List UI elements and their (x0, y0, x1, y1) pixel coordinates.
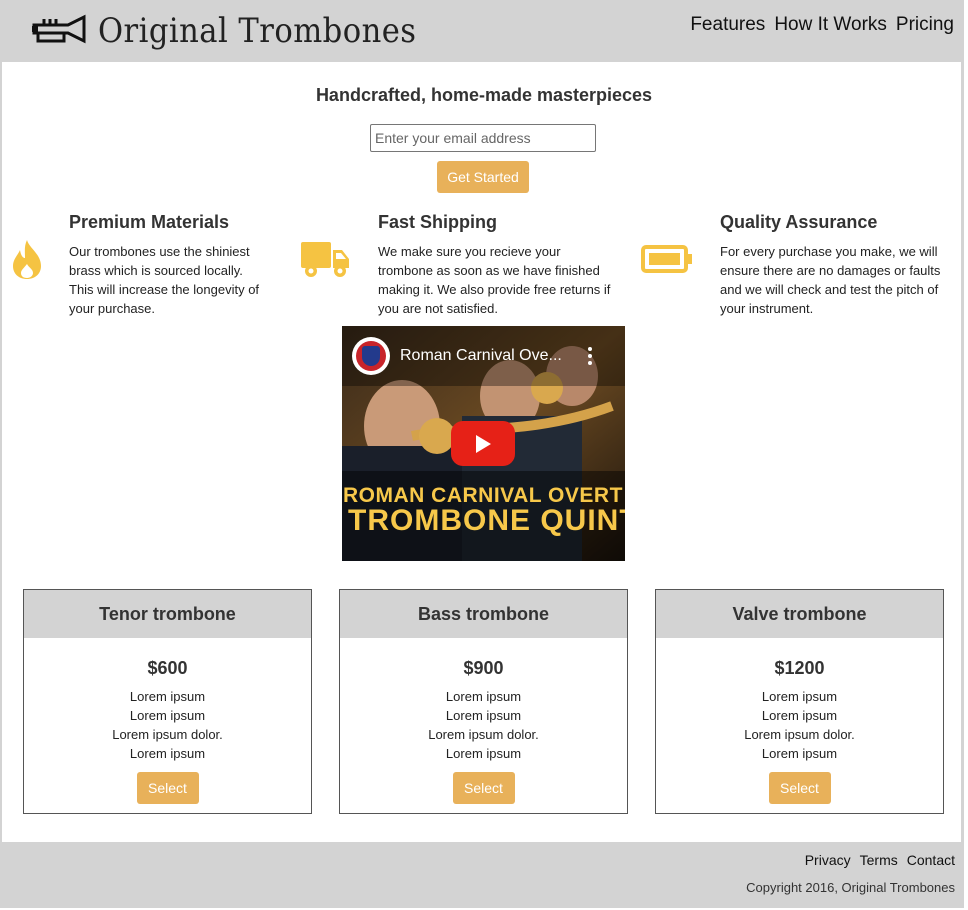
nav-features[interactable]: Features (690, 14, 765, 36)
nav-pricing[interactable]: Pricing (896, 14, 954, 36)
main-nav: Features How It Works Pricing (690, 14, 954, 36)
feature-line: trombone as soon as we have finished (378, 263, 600, 278)
brand-name: Original Trombones (98, 11, 417, 51)
nav-how-it-works[interactable]: How It Works (774, 14, 887, 36)
fire-icon (13, 240, 41, 279)
select-button-tenor[interactable]: Select (136, 772, 199, 804)
list-item: Lorem ipsum dolor. (112, 727, 223, 742)
card-feature-list: Lorem ipsum Lorem ipsum Lorem ipsum dolo… (656, 687, 943, 763)
feature-title-shipping: Fast Shipping (378, 212, 497, 232)
feature-line: ensure there are no damages or faults (720, 263, 941, 278)
feature-line: your purchase. (69, 301, 155, 316)
feature-text-quality: For every purchase you make, we will ens… (720, 242, 960, 318)
feature-line: Our trombones use the shiniest (69, 244, 250, 259)
feature-title-quality: Quality Assurance (720, 212, 878, 232)
list-item: Lorem ipsum (761, 689, 838, 704)
truck-icon (301, 242, 349, 277)
list-item: Lorem ipsum (129, 746, 206, 761)
card-price: $900 (463, 658, 504, 678)
list-item: Lorem ipsum (761, 746, 838, 761)
footer-link-privacy[interactable]: Privacy (805, 852, 851, 868)
more-options-icon[interactable] (587, 347, 593, 365)
footer-link-terms[interactable]: Terms (860, 852, 898, 868)
feature-line: brass which is sourced locally. (69, 263, 243, 278)
list-item: Lorem ipsum dolor. (744, 727, 855, 742)
list-item: Lorem ipsum (129, 708, 206, 723)
card-price: $600 (147, 658, 188, 678)
footer-links: Privacy Terms Contact (805, 852, 955, 868)
video-title[interactable]: Roman Carnival Ove... (400, 347, 562, 365)
feature-line: and we will check and test the pitch of (720, 282, 939, 297)
logo[interactable]: Original Trombones (30, 9, 452, 53)
play-icon (476, 434, 491, 453)
feature-text-shipping: We make sure you recieve your trombone a… (378, 242, 628, 318)
list-item: Lorem ipsum (445, 708, 522, 723)
card-title: Bass trombone (340, 590, 627, 638)
feature-line: This will increase the longevity of (69, 282, 260, 297)
get-started-button[interactable]: Get Started (437, 161, 529, 193)
select-button-bass[interactable]: Select (452, 772, 515, 804)
pricing-card-valve: Valve trombone $1200 Lorem ipsum Lorem i… (655, 589, 944, 814)
pricing-card-bass: Bass trombone $900 Lorem ipsum Lorem ips… (339, 589, 628, 814)
select-button-valve[interactable]: Select (768, 772, 831, 804)
feature-title-premium: Premium Materials (69, 212, 230, 232)
card-title: Valve trombone (656, 590, 943, 638)
feature-line: your instrument. (720, 301, 814, 316)
list-item: Lorem ipsum dolor. (428, 727, 539, 742)
site-footer: Privacy Terms Contact Copyright 2016, Or… (2, 842, 964, 908)
card-feature-list: Lorem ipsum Lorem ipsum Lorem ipsum dolo… (24, 687, 311, 763)
battery-icon (641, 245, 692, 273)
email-input[interactable] (370, 124, 596, 152)
copyright-text: Copyright 2016, Original Trombones (746, 880, 955, 895)
hero-title: Handcrafted, home-made masterpieces (315, 85, 653, 105)
channel-avatar[interactable] (352, 337, 390, 375)
channel-emblem-icon (356, 341, 386, 371)
play-button[interactable] (451, 421, 515, 466)
site-header: Original Trombones Features How It Works… (2, 0, 964, 62)
list-item: Lorem ipsum (445, 746, 522, 761)
card-feature-list: Lorem ipsum Lorem ipsum Lorem ipsum dolo… (340, 687, 627, 763)
list-item: Lorem ipsum (761, 708, 838, 723)
list-item: Lorem ipsum (129, 689, 206, 704)
feature-text-premium: Our trombones use the shiniest brass whi… (69, 242, 279, 318)
card-price: $1200 (774, 658, 825, 678)
video-overlay-line2: TROMBONE QUINT (348, 504, 625, 537)
card-title: Tenor trombone (24, 590, 311, 638)
feature-line: For every purchase you make, we will (720, 244, 938, 259)
feature-line: making it. We also provide free returns … (378, 282, 611, 297)
list-item: Lorem ipsum (445, 689, 522, 704)
pricing-card-tenor: Tenor trombone $600 Lorem ipsum Lorem ip… (23, 589, 312, 814)
trumpet-icon (32, 14, 86, 44)
emblem-inner (362, 346, 380, 366)
video-embed[interactable]: Roman Carnival Ove... ROMAN CARNIVAL OVE… (342, 326, 625, 561)
footer-link-contact[interactable]: Contact (907, 852, 955, 868)
feature-line: We make sure you recieve your (378, 244, 561, 259)
feature-line: you are not satisfied. (378, 301, 498, 316)
